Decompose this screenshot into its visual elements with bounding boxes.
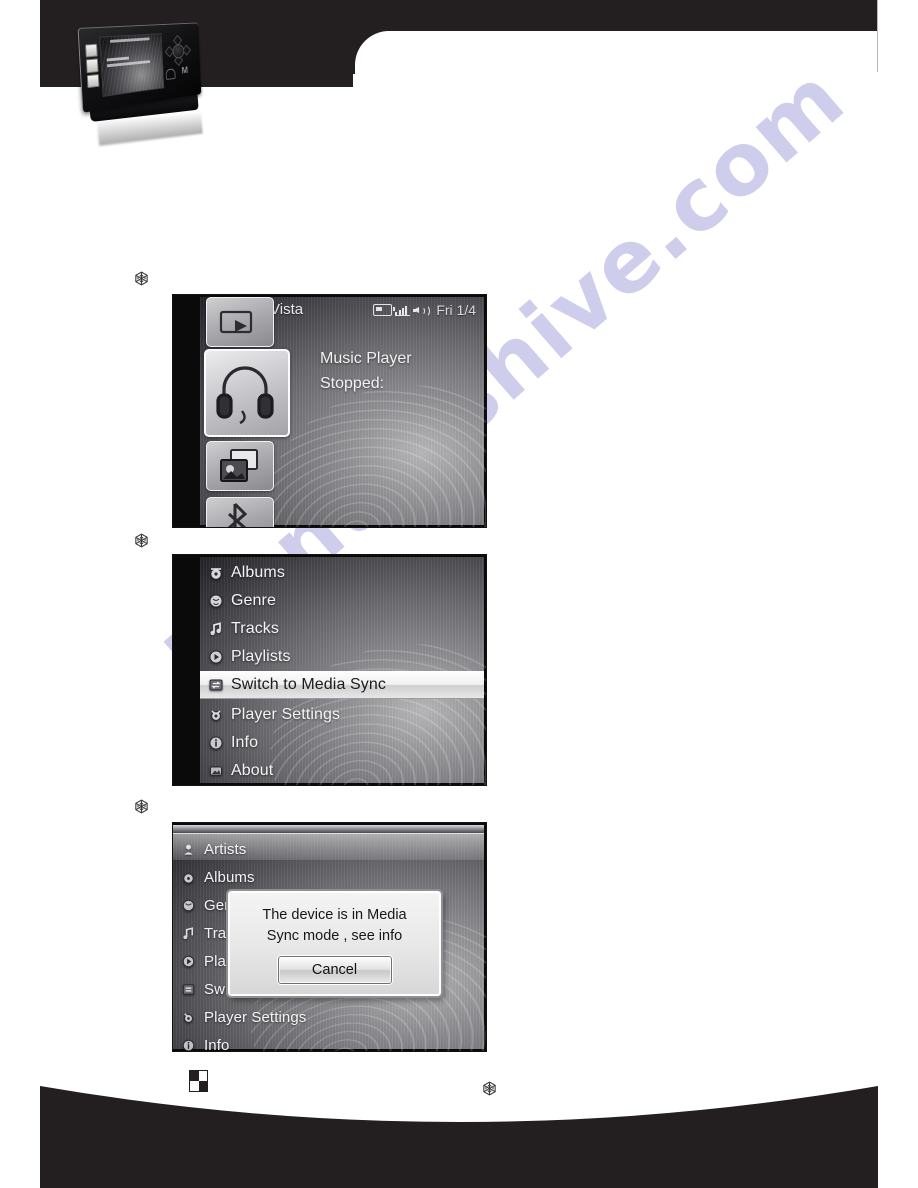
menu-item-playlists[interactable]: Playlists <box>200 643 484 671</box>
device-lcd-screen <box>99 33 165 97</box>
dpad-control <box>164 34 191 66</box>
tracks-icon <box>207 621 224 638</box>
media-sync-icon <box>207 677 224 694</box>
tile-photos[interactable] <box>206 441 274 491</box>
signal-bars-icon <box>395 304 411 316</box>
snowflake-bullet-icon <box>133 270 150 287</box>
menu-item-label: Player Settings <box>231 706 341 723</box>
player-status-line-2: Stopped: <box>320 374 385 392</box>
menu-item-player-settings[interactable]: Player Settings <box>173 1003 484 1031</box>
menu-item-label: Switch to Media Sync <box>231 676 386 693</box>
genre-icon <box>207 593 224 610</box>
menu-item-info[interactable]: Info <box>200 729 484 757</box>
info-icon <box>207 735 224 752</box>
media-sync-icon <box>180 981 197 998</box>
lcd-surface: Artists Albums Genre Tracks Switch Playe… <box>173 825 486 1051</box>
app-tile-strip <box>204 297 290 527</box>
menu-item-genre[interactable]: Genre <box>200 587 484 615</box>
dpad-center-button <box>172 43 185 59</box>
device-screen-text-line-2 <box>107 60 150 67</box>
about-icon <box>207 763 224 780</box>
menu-item-label: About <box>231 762 274 779</box>
lcd-surface: Albums Genre Tracks Playlists Switch to … <box>200 557 486 785</box>
header-right-vertical-rule <box>877 0 878 72</box>
playlists-icon <box>180 953 197 970</box>
screenshot-now-playing-home-screen: KaneLu_Vista Fri 1/4 <box>172 294 487 528</box>
menu-item-albums[interactable]: Albums <box>200 559 484 587</box>
genre-icon <box>180 897 197 914</box>
lcd-surface: KaneLu_Vista Fri 1/4 <box>200 297 486 527</box>
tile-bluetooth[interactable] <box>206 497 274 527</box>
back-button-icon <box>165 68 176 80</box>
menu-item-label: Player Settings <box>204 1008 307 1026</box>
portable-media-player-photo: M <box>74 22 242 146</box>
tracks-icon <box>180 925 197 942</box>
device-tile-1 <box>85 43 98 58</box>
status-bar: Fri 1/4 <box>373 302 476 318</box>
video-tile-icon <box>219 310 253 334</box>
menu-item-label: Artists <box>204 840 247 858</box>
tile-music-player[interactable] <box>204 349 290 437</box>
menu-item-label: Tracks <box>231 620 280 637</box>
dialog-message-line-1: The device is in Media <box>262 907 407 923</box>
menu-item-switch-to-media-sync[interactable]: Switch to Media Sync <box>200 671 484 699</box>
device-screen-tile-strip <box>85 43 100 89</box>
menu-button-label: M <box>181 65 189 77</box>
player-status-line-1: Music Player <box>320 350 412 367</box>
menu-item-label: Playlists <box>231 648 291 665</box>
dialog-message: The device is in Media Sync mode , see i… <box>240 905 430 947</box>
device-screen-title-line <box>110 37 150 43</box>
battery-icon <box>373 304 396 316</box>
menu-item-albums[interactable]: Albums <box>173 863 484 891</box>
status-datetime: Fri 1/4 <box>436 302 476 318</box>
menu-item-player-settings[interactable]: Player Settings <box>200 701 484 729</box>
snowflake-bullet-icon <box>133 798 150 815</box>
footer-curved-band <box>0 1048 918 1188</box>
menu-item-tracks[interactable]: Tracks <box>200 615 484 643</box>
albums-icon <box>180 869 197 886</box>
menu-list: Albums Genre Tracks Playlists Switch to … <box>200 557 484 783</box>
menu-item-label: Genre <box>231 592 276 609</box>
menu-item-label: Info <box>231 734 259 751</box>
screenshot-media-sync-dialog: Artists Albums Genre Tracks Switch Playe… <box>172 822 487 1052</box>
speaker-volume-icon <box>413 304 431 317</box>
player-settings-icon <box>180 1009 197 1026</box>
device-tile-3 <box>86 73 100 89</box>
albums-icon <box>207 565 224 582</box>
device-tile-2 <box>85 58 99 73</box>
device-screen-text-line-1 <box>106 56 129 61</box>
header-rounded-cutout <box>355 31 880 91</box>
player-status-text: Music Player Stopped: <box>320 347 412 397</box>
snowflake-bullet-icon <box>133 532 150 549</box>
player-settings-icon <box>207 707 224 724</box>
menu-item-artists[interactable]: Artists <box>173 835 484 863</box>
playlists-icon <box>207 649 224 666</box>
cancel-button[interactable]: Cancel <box>276 955 393 986</box>
artists-icon <box>180 841 197 858</box>
photo-gallery-icon <box>220 449 258 482</box>
screenshot-music-library-menu: Albums Genre Tracks Playlists Switch to … <box>172 554 487 786</box>
menu-item-label: Albums <box>231 564 285 581</box>
media-sync-alert-dialog: The device is in Media Sync mode , see i… <box>226 889 443 998</box>
bluetooth-icon <box>228 502 248 527</box>
menu-item-label: Albums <box>204 868 255 886</box>
tile-video[interactable] <box>206 297 274 347</box>
dialog-message-line-2: Sync mode , see info <box>266 928 403 945</box>
headphones-icon <box>216 366 274 425</box>
menu-item-about[interactable]: About <box>200 757 484 785</box>
